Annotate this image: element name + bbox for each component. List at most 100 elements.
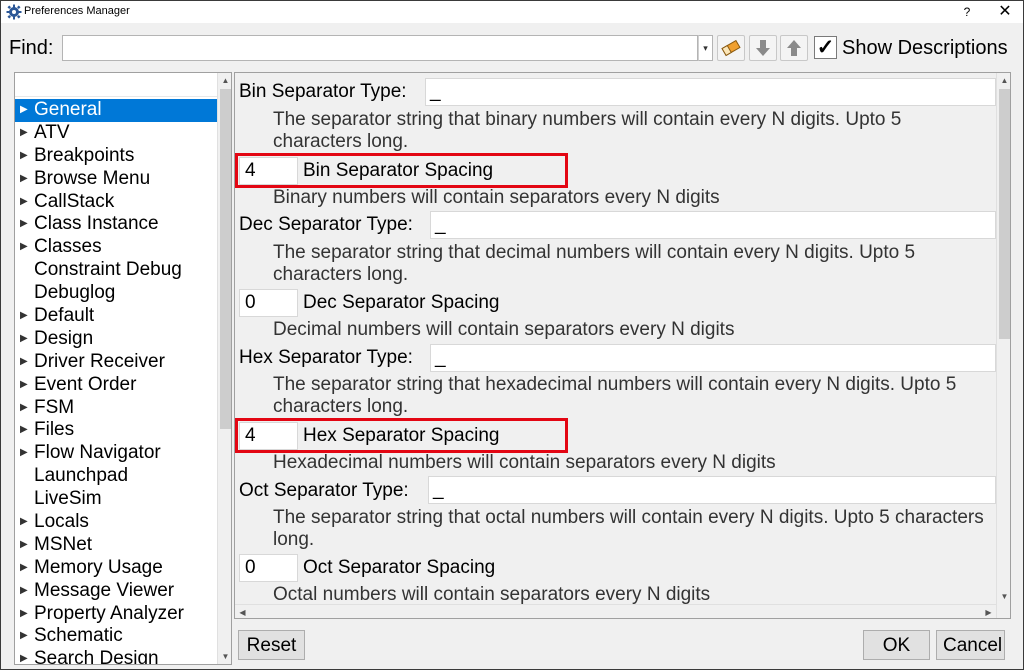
dec-separator-type-input[interactable]: _ bbox=[430, 211, 996, 239]
bin-separator-spacing-spinbox[interactable]: 4 bbox=[239, 157, 298, 185]
expand-arrow-icon[interactable]: ▶ bbox=[20, 603, 30, 626]
expand-arrow-icon[interactable]: ▶ bbox=[20, 534, 30, 557]
expand-arrow-icon[interactable]: ▶ bbox=[20, 145, 30, 168]
tree-item-design[interactable]: ▶ Design bbox=[15, 328, 217, 351]
bin-separator-type-input[interactable]: _ bbox=[425, 78, 996, 106]
expand-arrow-icon[interactable]: ▶ bbox=[20, 328, 30, 351]
tree-item-atv[interactable]: ▶ ATV bbox=[15, 122, 217, 145]
tree-item-flow-navigator[interactable]: ▶ Flow Navigator bbox=[15, 442, 217, 465]
ok-button[interactable]: OK bbox=[863, 630, 930, 660]
expand-arrow-icon[interactable]: ▶ bbox=[20, 442, 30, 465]
scroll-thumb[interactable] bbox=[220, 89, 231, 429]
tree-item-msnet[interactable]: ▶ MSNet bbox=[15, 534, 217, 557]
cancel-button[interactable]: Cancel bbox=[936, 630, 1005, 660]
expand-arrow-icon[interactable]: ▶ bbox=[20, 351, 30, 374]
expand-arrow-icon[interactable]: ▶ bbox=[20, 511, 30, 534]
settings-scrollbar[interactable]: ▲ ▼ bbox=[996, 73, 1010, 618]
find-previous-button[interactable] bbox=[780, 35, 808, 61]
dec-separator-type-label: Dec Separator Type: bbox=[239, 214, 413, 235]
clipped-text-top bbox=[355, 73, 905, 77]
scroll-thumb[interactable] bbox=[999, 89, 1010, 339]
tree-item-class-instance[interactable]: ▶ Class Instance bbox=[15, 213, 217, 236]
tree-list: ▶ General ▶ ATV ▶ Breakpoints ▶ Browse Menu … bbox=[15, 99, 217, 664]
tree-item-constraint-debug[interactable]: Constraint Debug bbox=[15, 259, 217, 282]
expand-arrow-icon[interactable]: ▶ bbox=[20, 168, 30, 191]
tree-item-label: Browse Menu bbox=[34, 167, 151, 189]
horizontal-scrollbar[interactable]: ◀ ▶ bbox=[235, 604, 996, 618]
tree-item-livesim[interactable]: LiveSim bbox=[15, 488, 217, 511]
scroll-left-icon[interactable]: ◀ bbox=[235, 605, 250, 618]
expand-arrow-icon[interactable]: ▶ bbox=[20, 648, 30, 664]
close-button[interactable]: ✕ bbox=[994, 2, 1016, 22]
tree-item-default[interactable]: ▶ Default bbox=[15, 305, 217, 328]
expand-arrow-icon[interactable]: ▶ bbox=[20, 397, 30, 420]
tree-item-memory-usage[interactable]: ▶ Memory Usage bbox=[15, 557, 217, 580]
expand-arrow-icon[interactable]: ▶ bbox=[20, 213, 30, 236]
expand-arrow-icon[interactable]: ▶ bbox=[20, 191, 30, 214]
show-descriptions-checkbox[interactable]: ✓ bbox=[814, 36, 837, 59]
oct-separator-spacing-label: Oct Separator Spacing bbox=[303, 557, 496, 578]
chevron-down-icon: ▾ bbox=[703, 43, 708, 53]
tree-item-label: Design bbox=[34, 327, 94, 349]
expand-arrow-icon[interactable]: ▶ bbox=[20, 122, 30, 145]
expand-arrow-icon[interactable]: ▶ bbox=[20, 374, 30, 397]
scroll-down-icon[interactable]: ▼ bbox=[997, 589, 1010, 604]
tree-item-property-analyzer[interactable]: ▶ Property Analyzer bbox=[15, 603, 217, 626]
tree-item-classes[interactable]: ▶ Classes bbox=[15, 236, 217, 259]
tree-item-callstack[interactable]: ▶ CallStack bbox=[15, 191, 217, 214]
find-next-button[interactable] bbox=[749, 35, 777, 61]
hex-separator-type-input[interactable]: _ bbox=[430, 344, 996, 372]
tree-item-general[interactable]: ▶ General bbox=[15, 99, 217, 122]
find-input[interactable] bbox=[62, 35, 698, 61]
tree-item-label: Memory Usage bbox=[34, 556, 163, 578]
tree-scrollbar[interactable]: ▲ ▼ bbox=[217, 73, 231, 664]
find-dropdown-button[interactable]: ▾ bbox=[698, 35, 713, 61]
expand-arrow-icon[interactable]: ▶ bbox=[20, 625, 30, 648]
bin-separator-type-desc: The separator string that binary numbers… bbox=[273, 109, 902, 152]
tree-item-locals[interactable]: ▶ Locals bbox=[15, 511, 217, 534]
expand-arrow-icon[interactable]: ▶ bbox=[20, 419, 30, 442]
scroll-up-icon[interactable]: ▲ bbox=[997, 73, 1010, 88]
hex-separator-spacing-spinbox[interactable]: 4 bbox=[239, 422, 298, 450]
bin-separator-spacing-label: Bin Separator Spacing bbox=[303, 160, 494, 181]
tree-item-label: Property Analyzer bbox=[34, 602, 184, 624]
tree-item-debuglog[interactable]: Debuglog bbox=[15, 282, 217, 305]
tree-item-label: General bbox=[34, 99, 102, 120]
tree-item-label: Class Instance bbox=[34, 213, 159, 235]
expand-arrow-icon[interactable]: ▶ bbox=[20, 99, 30, 122]
arrow-up-icon bbox=[787, 40, 801, 56]
expand-arrow-icon[interactable]: ▶ bbox=[20, 580, 30, 603]
help-button[interactable]: ? bbox=[959, 2, 975, 22]
bin-separator-type-label: Bin Separator Type: bbox=[239, 81, 407, 102]
tree-item-fsm[interactable]: ▶ FSM bbox=[15, 397, 217, 420]
scroll-up-icon[interactable]: ▲ bbox=[218, 73, 231, 88]
tree-item-breakpoints[interactable]: ▶ Breakpoints bbox=[15, 145, 217, 168]
tree-item-event-order[interactable]: ▶ Event Order bbox=[15, 374, 217, 397]
scroll-right-icon[interactable]: ▶ bbox=[981, 605, 996, 618]
reset-button[interactable]: Reset bbox=[238, 630, 305, 660]
hex-separator-type-desc: The separator string that hexadecimal nu… bbox=[273, 374, 957, 417]
tree-item-browse-menu[interactable]: ▶ Browse Menu bbox=[15, 168, 217, 191]
expand-arrow-icon[interactable]: ▶ bbox=[20, 236, 30, 259]
find-label: Find: bbox=[9, 37, 54, 59]
tree-item-launchpad[interactable]: Launchpad bbox=[15, 465, 217, 488]
eraser-icon bbox=[721, 39, 741, 57]
tree-item-driver-receiver[interactable]: ▶ Driver Receiver bbox=[15, 351, 217, 374]
tree-item-label: Schematic bbox=[34, 625, 123, 647]
oct-separator-spacing-spinbox[interactable]: 0 bbox=[239, 554, 298, 582]
tree-item-label: Driver Receiver bbox=[34, 350, 165, 372]
tree-item-label: Locals bbox=[34, 511, 89, 533]
tree-item-label: Debuglog bbox=[34, 282, 116, 304]
scroll-down-icon[interactable]: ▼ bbox=[218, 649, 231, 664]
tree-item-schematic[interactable]: ▶ Schematic bbox=[15, 625, 217, 648]
tree-item-files[interactable]: ▶ Files bbox=[15, 419, 217, 442]
oct-separator-type-input[interactable]: _ bbox=[428, 476, 996, 504]
tree-item-search-design[interactable]: ▶ Search Design bbox=[15, 648, 217, 664]
clear-find-button[interactable] bbox=[717, 35, 745, 61]
tree-item-label: ATV bbox=[34, 121, 70, 143]
dec-separator-spacing-spinbox[interactable]: 0 bbox=[239, 289, 298, 317]
tree-item-message-viewer[interactable]: ▶ Message Viewer bbox=[15, 580, 217, 603]
expand-arrow-icon[interactable]: ▶ bbox=[20, 305, 30, 328]
show-descriptions-label[interactable]: Show Descriptions bbox=[842, 37, 1008, 60]
expand-arrow-icon[interactable]: ▶ bbox=[20, 557, 30, 580]
